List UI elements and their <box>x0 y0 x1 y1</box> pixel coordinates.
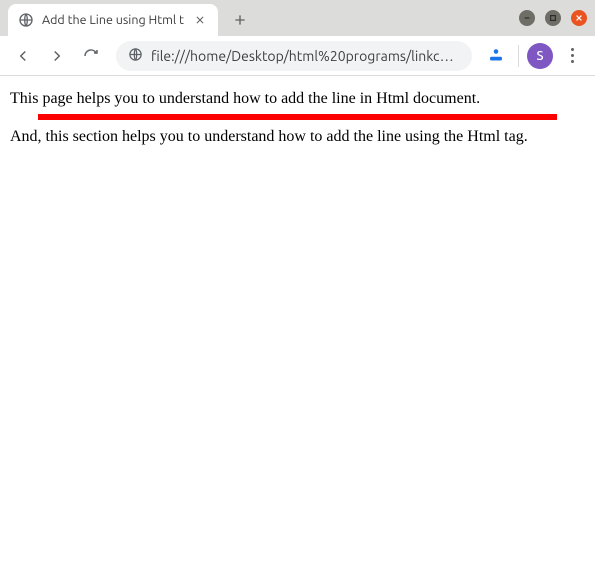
minimize-button[interactable] <box>519 10 535 26</box>
reload-button[interactable] <box>76 41 106 71</box>
kebab-icon <box>571 48 574 63</box>
maximize-button[interactable] <box>545 10 561 26</box>
globe-icon <box>18 12 34 28</box>
page-content: This page helps you to understand how to… <box>0 76 595 579</box>
browser-tab[interactable]: Add the Line using Html t <box>8 4 218 36</box>
close-icon[interactable] <box>192 12 208 28</box>
window-controls <box>519 4 595 32</box>
avatar-initial: S <box>536 49 543 63</box>
tab-strip: Add the Line using Html t <box>0 0 595 36</box>
toolbar-divider <box>518 45 519 67</box>
url-text: file:///home/Desktop/html%20programs/lin… <box>151 48 460 64</box>
horizontal-rule <box>38 114 557 120</box>
back-button[interactable] <box>8 41 38 71</box>
paragraph-1: This page helps you to understand how to… <box>10 90 585 108</box>
window-close-button[interactable] <box>571 10 587 26</box>
tab-title: Add the Line using Html t <box>42 13 184 27</box>
menu-button[interactable] <box>557 41 587 71</box>
new-tab-button[interactable] <box>226 6 254 34</box>
extension-icon[interactable] <box>482 42 510 70</box>
address-bar[interactable]: file:///home/Desktop/html%20programs/lin… <box>116 41 472 71</box>
file-icon <box>128 47 143 65</box>
browser-toolbar: file:///home/Desktop/html%20programs/lin… <box>0 36 595 76</box>
paragraph-2: And, this section helps you to understan… <box>10 128 585 146</box>
forward-button[interactable] <box>42 41 72 71</box>
profile-avatar[interactable]: S <box>527 43 553 69</box>
